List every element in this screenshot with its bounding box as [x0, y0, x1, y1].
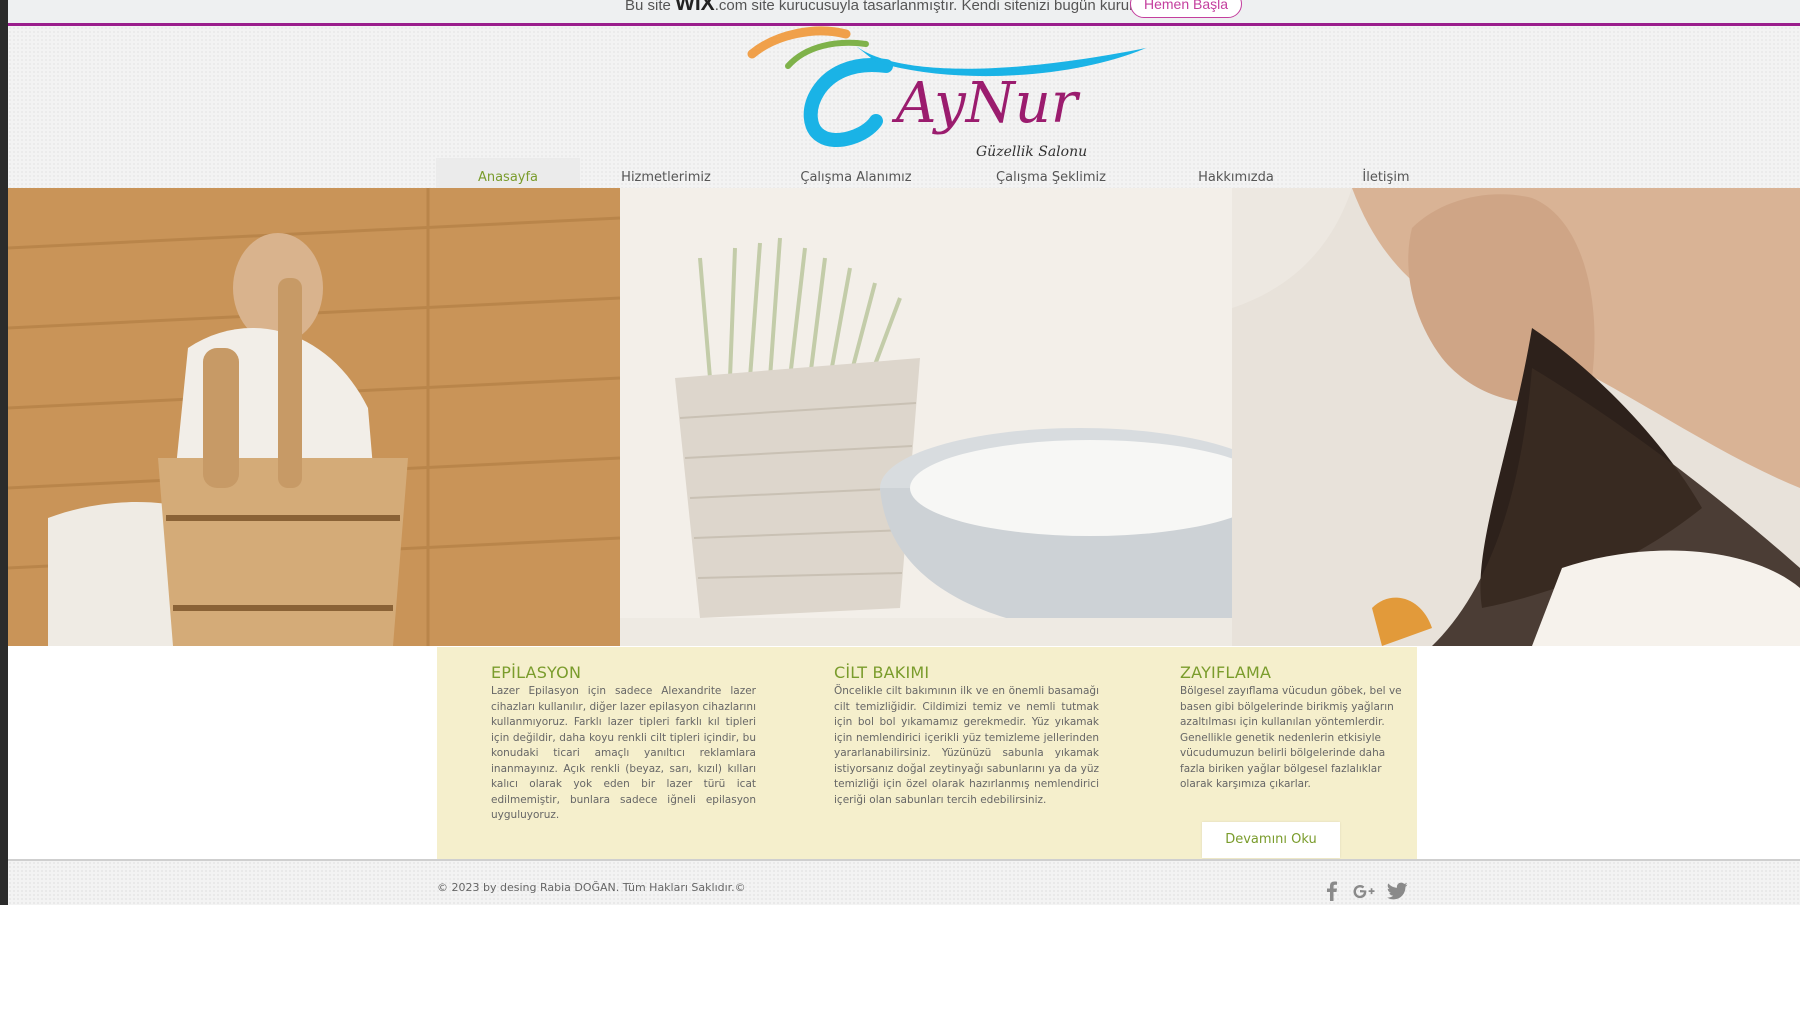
- facebook-icon[interactable]: [1320, 879, 1344, 903]
- service-title: CİLT BAKIMI: [834, 663, 930, 682]
- logo-name: AyNur: [891, 71, 1081, 136]
- spa-plant-image: [620, 188, 1232, 646]
- service-cilt-bakimi: CİLT BAKIMI Öncelikle cilt bakımının ilk…: [834, 663, 1099, 808]
- main-nav: Anasayfa Hizmetlerimiz Çalışma Alanımız …: [436, 158, 1426, 188]
- banner-suffix: .com site kurucusuyla tasarlanmıştır. Ke…: [714, 0, 1142, 14]
- site-header: AyNur Güzellik Salonu Anasayfa Hizmetler…: [8, 26, 1800, 188]
- service-epilasyon: EPİLASYON Lazer Epilasyon için sadece Al…: [491, 663, 756, 824]
- wix-banner: Bu site WIX.com site kurucusuyla tasarla…: [8, 0, 1800, 26]
- nav-item-calisma-seklimiz[interactable]: Çalışma Şeklimiz: [966, 158, 1136, 188]
- start-now-button[interactable]: Hemen Başla: [1130, 0, 1242, 18]
- window-edge: [0, 0, 8, 905]
- nav-item-hizmetlerimiz[interactable]: Hizmetlerimiz: [606, 158, 726, 188]
- copyright-text: © 2023 by desing Rabia DOĞAN. Tüm Haklar…: [437, 881, 746, 894]
- nav-item-hakkimizda[interactable]: Hakkımızda: [1156, 158, 1316, 188]
- services-section: EPİLASYON Lazer Epilasyon için sadece Al…: [437, 647, 1417, 859]
- service-title: ZAYIFLAMA: [1180, 663, 1272, 682]
- banner-prefix: Bu site: [625, 0, 671, 14]
- hero-gallery: [8, 188, 1800, 646]
- nav-item-iletisim[interactable]: İletişim: [1316, 158, 1456, 188]
- banner-text: Bu site WIX.com site kurucusuyla tasarla…: [625, 0, 1142, 16]
- service-text: Bölgesel zayıflama vücudun göbek, bel ve…: [1180, 685, 1402, 790]
- wix-logo: WIX: [675, 0, 715, 15]
- spa-woman-image: [1232, 188, 1800, 646]
- sauna-image: [8, 188, 620, 646]
- service-text: Öncelikle cilt bakımının ilk ve en öneml…: [834, 685, 1099, 806]
- nav-item-anasayfa[interactable]: Anasayfa: [436, 158, 580, 188]
- google-plus-icon[interactable]: [1352, 879, 1376, 903]
- nav-item-calisma-alanimiz[interactable]: Çalışma Alanımız: [776, 158, 936, 188]
- twitter-icon[interactable]: [1385, 879, 1409, 903]
- service-title: EPİLASYON: [491, 663, 582, 682]
- site-footer: © 2023 by desing Rabia DOĞAN. Tüm Haklar…: [8, 861, 1800, 905]
- aynur-logo[interactable]: AyNur Güzellik Salonu: [746, 26, 1146, 164]
- service-text: Lazer Epilasyon için sadece Alexandrite …: [491, 685, 756, 821]
- read-more-button[interactable]: Devamını Oku: [1202, 822, 1340, 858]
- service-zayiflama: ZAYIFLAMA Bölgesel zayıflama vücudun göb…: [1180, 663, 1412, 793]
